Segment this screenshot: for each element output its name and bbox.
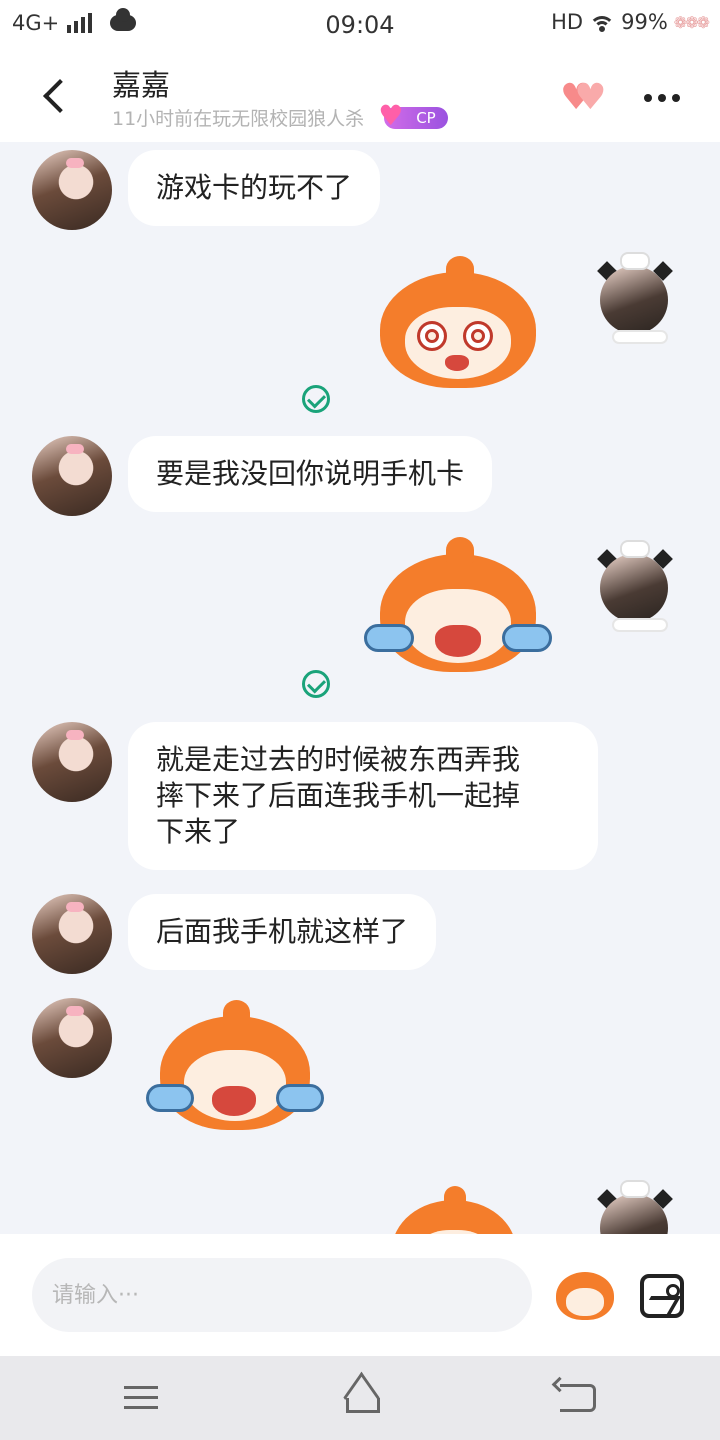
paw-battery-icon: ❁❁❁ — [673, 12, 710, 32]
cp-badge[interactable]: ♥ CP — [378, 100, 448, 130]
my-avatar[interactable] — [594, 540, 674, 632]
chat-header: 嘉嘉 11小时前在玩无限校园狼人杀 ♥ CP ♥♥ — [0, 50, 720, 142]
message-text-line: 摔下来了后面连我手机一起掉 — [156, 779, 521, 812]
contact-avatar[interactable] — [32, 722, 112, 802]
my-avatar[interactable] — [594, 252, 674, 344]
crying-face-sticker[interactable] — [364, 537, 552, 672]
more-dots-icon[interactable] — [644, 94, 680, 102]
contact-avatar[interactable] — [32, 894, 112, 974]
crying-face-sticker[interactable] — [146, 1000, 324, 1130]
double-heart-icon[interactable]: ♥♥ — [560, 80, 607, 116]
back-icon[interactable] — [560, 1384, 596, 1412]
input-bar — [0, 1234, 720, 1356]
battery-label: 99% — [621, 10, 668, 34]
my-avatar[interactable] — [594, 1180, 674, 1234]
message-text-line: 就是走过去的时候被东西弄我 — [156, 743, 521, 776]
contact-avatar[interactable] — [32, 436, 112, 516]
wifi-icon — [589, 12, 616, 32]
message-bubble[interactable]: 要是我没回你说明手机卡 — [128, 436, 493, 512]
check-circle-icon — [302, 670, 330, 698]
home-icon[interactable] — [336, 1382, 384, 1414]
chevron-left-icon[interactable] — [38, 78, 70, 114]
message-text: 后面我手机就这样了 — [156, 915, 409, 948]
message-bubble[interactable]: 就是走过去的时候被东西弄我 摔下来了后面连我手机一起掉 下来了 — [128, 722, 598, 870]
message-text-line: 下来了 — [156, 815, 241, 848]
hd-label: HD — [551, 10, 584, 34]
contact-avatar[interactable] — [32, 150, 112, 230]
contact-avatar[interactable] — [32, 998, 112, 1078]
image-icon[interactable] — [640, 1274, 684, 1318]
message-bubble[interactable]: 游戏卡的玩不了 — [128, 150, 381, 226]
contact-name[interactable]: 嘉嘉 — [112, 62, 170, 104]
check-circle-icon — [302, 385, 330, 413]
status-bar: 4G+ 09:04 HD 99% ❁❁❁ — [0, 0, 720, 50]
status-right: HD 99% ❁❁❁ — [551, 10, 710, 34]
system-nav-bar — [0, 1356, 720, 1440]
dizzy-face-sticker[interactable] — [380, 255, 536, 388]
message-text: 游戏卡的玩不了 — [156, 171, 353, 204]
sticker-emoji-icon[interactable] — [556, 1272, 614, 1320]
winged-heart-icon: ♥ — [378, 98, 404, 132]
orange-face-sticker[interactable] — [392, 1186, 516, 1234]
message-text: 要是我没回你说明手机卡 — [156, 457, 465, 490]
message-bubble[interactable]: 后面我手机就这样了 — [128, 894, 437, 970]
contact-status-line: 11小时前在玩无限校园狼人杀 ♥ CP — [112, 100, 448, 131]
cp-badge-label: CP — [416, 108, 436, 127]
chat-message-list[interactable]: 游戏卡的玩不了 要是我没回你说明手机卡 就是走过去的时候被东西弄我 摔下来了后面… — [0, 142, 720, 1234]
message-input[interactable] — [32, 1258, 532, 1332]
menu-icon[interactable] — [124, 1386, 158, 1410]
contact-status: 11小时前在玩无限校园狼人杀 — [112, 108, 365, 130]
